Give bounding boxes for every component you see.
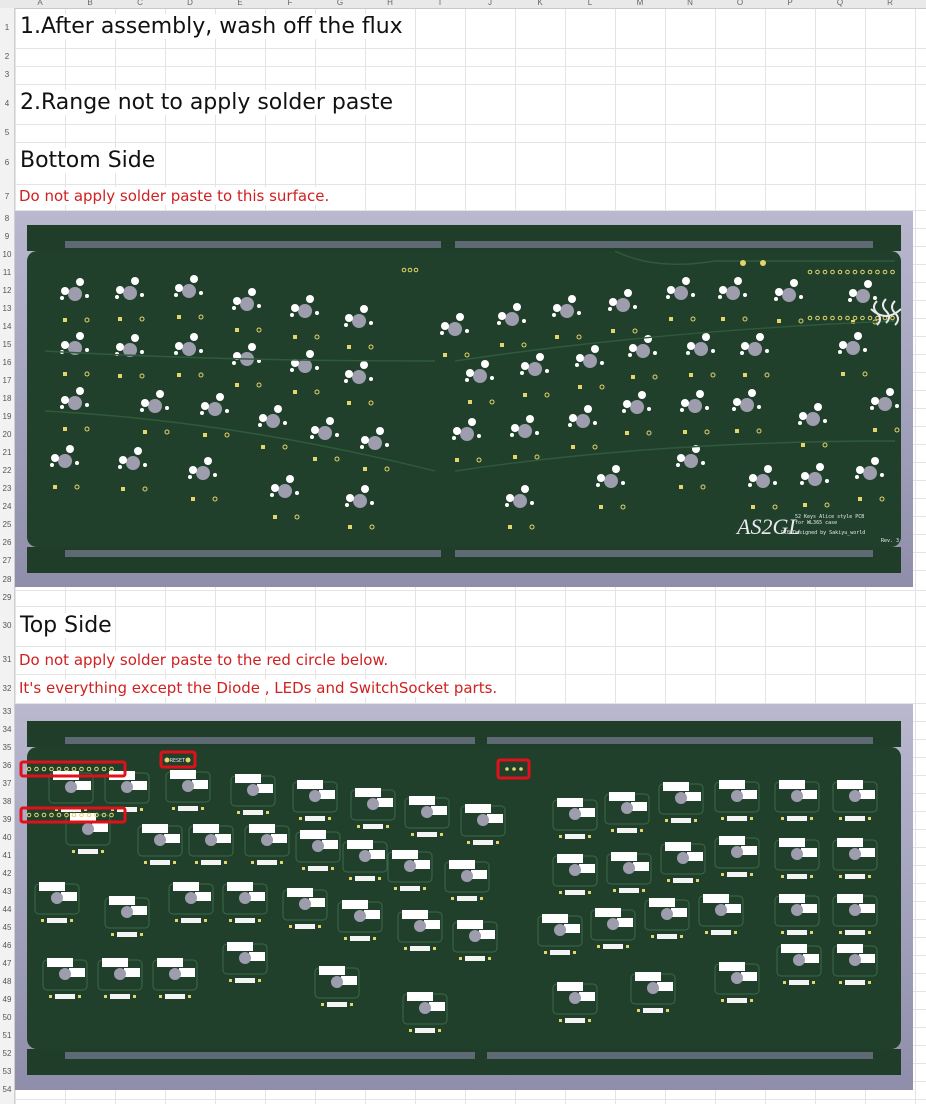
row-header-33[interactable]: 33 [0,707,14,716]
column-header-I[interactable]: I [415,0,465,8]
row-header-52[interactable]: 52 [0,1049,14,1058]
row-header-20[interactable]: 20 [0,430,14,439]
row-header-42[interactable]: 42 [0,869,14,878]
column-header-K[interactable]: K [515,0,565,8]
reset-label: RESET [170,758,185,764]
row-header-12[interactable]: 12 [0,286,14,295]
row-header-9[interactable]: 9 [0,232,14,241]
column-header-J[interactable]: J [465,0,515,8]
row-header-51[interactable]: 51 [0,1031,14,1040]
pcb-rev: Rev. 3 [881,538,899,544]
row-header-38[interactable]: 38 [0,797,14,806]
row-header-37[interactable]: 37 [0,779,14,788]
row-header-28[interactable]: 28 [0,575,14,584]
row-header-48[interactable]: 48 [0,977,14,986]
row-header-30[interactable]: 30 [0,621,14,630]
row-header-14[interactable]: 14 [0,322,14,331]
bottom-side-heading[interactable]: Bottom Side [20,148,156,173]
top-pcb-image[interactable]: RESET [15,704,913,1090]
top-pcb-drawing: RESET [19,721,901,1075]
row-header-47[interactable]: 47 [0,959,14,968]
row-header-4[interactable]: 4 [0,99,14,108]
top-side-note-2[interactable]: It's everything except the Diode , LEDs … [19,679,498,697]
top-side-heading[interactable]: Top Side [20,613,112,638]
row-header-11[interactable]: 11 [0,268,14,277]
column-header-G[interactable]: G [315,0,365,8]
row-header-54[interactable]: 54 [0,1085,14,1094]
row-header-bar: 1 2 3 4 5 6 7 8 9 10 11 12 13 14 15 16 17 18 19 20 21 22 23 24 2… [0,8,15,1104]
top-side-note-1[interactable]: Do not apply solder paste to the red cir… [19,651,389,669]
row-header-41[interactable]: 41 [0,851,14,860]
row-header-46[interactable]: 46 [0,941,14,950]
row-header-19[interactable]: 19 [0,412,14,421]
row-header-40[interactable]: 40 [0,833,14,842]
pcb-designer: PCB Designed by Sakiyu_world [781,530,865,536]
column-header-B[interactable]: B [65,0,115,8]
row-header-29[interactable]: 29 [0,593,14,602]
row-header-34[interactable]: 34 [0,725,14,734]
row-header-8[interactable]: 8 [0,214,14,223]
row-header-44[interactable]: 44 [0,905,14,914]
row-header-10[interactable]: 10 [0,250,14,259]
step1-title[interactable]: 1.After assembly, wash off the flux [20,14,403,39]
column-header-H[interactable]: H [365,0,415,8]
row-header-25[interactable]: 25 [0,520,14,529]
column-header-A[interactable]: A [15,0,65,8]
row-header-23[interactable]: 23 [0,484,14,493]
pcb-line2: for WL365 case [795,520,837,526]
row-header-16[interactable]: 16 [0,358,14,367]
column-header-O[interactable]: O [715,0,765,8]
row-header-43[interactable]: 43 [0,887,14,896]
column-header-N[interactable]: N [665,0,715,8]
bottom-pcb-image[interactable]: AS2GL 52 Keys Alice style PCB for WL365 … [15,211,913,587]
row-header-1[interactable]: 1 [0,23,14,32]
column-header-M[interactable]: M [615,0,665,8]
row-header-26[interactable]: 26 [0,538,14,547]
row-header-32[interactable]: 32 [0,684,14,693]
row-header-21[interactable]: 21 [0,448,14,457]
column-header-Q[interactable]: Q [815,0,865,8]
column-header-bar: ABCDEFGHIJKLMNOPQR [0,0,926,9]
row-header-35[interactable]: 35 [0,743,14,752]
row-header-36[interactable]: 36 [0,761,14,770]
row-header-18[interactable]: 18 [0,394,14,403]
row-header-3[interactable]: 3 [0,70,14,79]
row-header-2[interactable]: 2 [0,52,14,61]
row-header-13[interactable]: 13 [0,304,14,313]
column-header-F[interactable]: F [265,0,315,8]
row-header-6[interactable]: 6 [0,158,14,167]
bottom-pcb-drawing: AS2GL 52 Keys Alice style PCB for WL365 … [27,225,902,573]
bottom-side-note[interactable]: Do not apply solder paste to this surfac… [19,187,330,205]
row-header-5[interactable]: 5 [0,128,14,137]
row-header-24[interactable]: 24 [0,502,14,511]
row-header-31[interactable]: 31 [0,655,14,664]
row-header-22[interactable]: 22 [0,466,14,475]
column-header-P[interactable]: P [765,0,815,8]
column-header-D[interactable]: D [165,0,215,8]
row-header-17[interactable]: 17 [0,376,14,385]
pcb-body [27,251,901,547]
row-header-49[interactable]: 49 [0,995,14,1004]
row-header-39[interactable]: 39 [0,815,14,824]
row-header-27[interactable]: 27 [0,556,14,565]
row-header-45[interactable]: 45 [0,923,14,932]
row-header-7[interactable]: 7 [0,192,14,201]
column-header-R[interactable]: R [865,0,915,8]
column-header-C[interactable]: C [115,0,165,8]
step2-title[interactable]: 2.Range not to apply solder paste [20,90,393,115]
row-header-15[interactable]: 15 [0,340,14,349]
row-header-53[interactable]: 53 [0,1067,14,1076]
row-header-50[interactable]: 50 [0,1013,14,1022]
column-header-L[interactable]: L [565,0,615,8]
column-header-E[interactable]: E [215,0,265,8]
